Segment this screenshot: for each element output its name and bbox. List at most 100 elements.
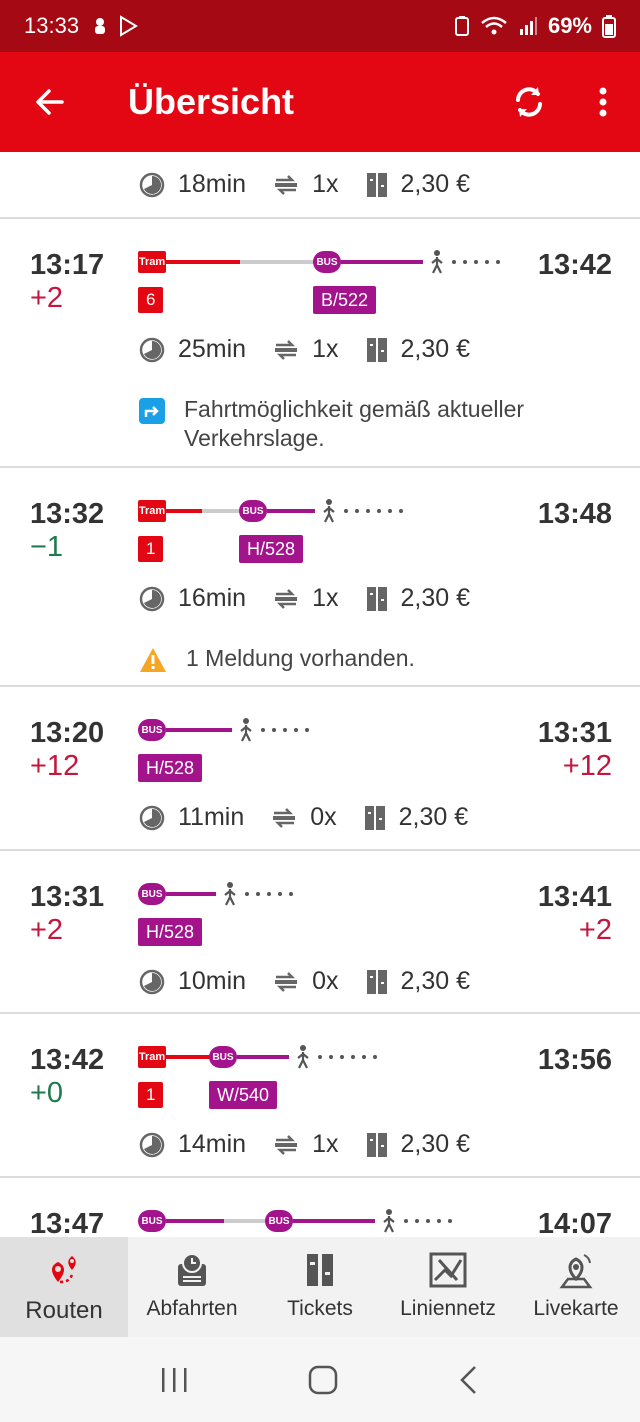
walk-dots [452,260,500,264]
live-map-pin-icon [559,1254,593,1289]
route-row[interactable]: 13:20 +12 13:31 +12 BUS H/528 11min 0x 2… [0,687,640,851]
route-changes: 1x [312,584,339,612]
walk-icon [240,718,252,742]
ticket-price-icon [366,1132,387,1157]
ticket-price-icon [366,172,387,197]
battery-percent: 69% [547,13,592,38]
nav-label: Routen [25,1297,103,1324]
arrow-left-icon [36,89,64,115]
nav-livekarte[interactable]: Livekarte [512,1237,640,1337]
back-button[interactable] [0,52,100,152]
ticket-icon [307,1254,333,1286]
bus-badge: BUS [138,883,166,905]
play-store-icon [120,15,139,37]
battery-saver-icon [454,16,469,36]
departure-delay: −1 [30,531,64,563]
transfer-icon [275,174,298,195]
battery-icon [602,15,616,38]
route-price: 2,30 € [400,335,471,363]
route-changes: 0x [312,967,339,995]
bus-line [237,1055,289,1059]
route-list[interactable]: 18min 1x 2,30 € 13:17 +2 13:42 Tram BUS … [0,152,640,1237]
tram-line [166,260,240,264]
tram-line [166,509,202,513]
route-row[interactable]: 13:42 +0 13:56 Tram BUS 1 W/540 14min 1x… [0,1014,640,1178]
departure-delay: +2 [30,914,64,946]
walk-dots [318,1055,377,1059]
departures-clock-icon [178,1253,206,1286]
back-nav-icon[interactable] [457,1364,481,1396]
duration-icon [139,1132,165,1157]
refresh-icon [516,87,542,117]
duration-icon [139,969,165,994]
recent-apps-icon[interactable] [159,1365,189,1395]
ticket-price-icon [366,969,387,994]
route-changes: 1x [312,170,339,198]
route-note: 1 Meldung vorhanden. [186,645,415,671]
bus-badge: BUS [138,719,166,741]
nav-tickets[interactable]: Tickets [256,1237,384,1337]
bus-badge: BUS [138,1210,166,1232]
network-map-icon [429,1252,467,1288]
signal-icon [519,17,537,35]
route-row[interactable]: 13:47 14:07 BUS BUS [0,1178,640,1237]
transfer-icon [275,1134,298,1155]
route-duration: 14min [178,1130,247,1158]
line-label-bus: W/540 [209,1081,278,1109]
transfer-icon [275,339,298,360]
duration-icon [139,337,165,362]
bottom-navigation: Routen Abfahrten Tickets Liniennetz Live… [0,1237,640,1337]
walk-icon [383,1209,395,1233]
departure-delay: +12 [30,750,80,782]
line-label-bus: H/528 [138,918,203,946]
duration-icon [139,172,165,197]
route-duration: 10min [178,967,247,995]
status-bar: 13:33 69% [0,0,640,52]
walk-dots [344,509,403,513]
route-price: 2,30 € [400,170,471,198]
more-options-button[interactable] [566,52,640,152]
departure-delay: +0 [30,1077,64,1109]
route-row[interactable]: 13:17 +2 13:42 Tram BUS 6 B/522 25min 1x… [0,219,640,468]
route-changes: 0x [310,803,337,831]
app-bar: Übersicht [0,52,640,152]
route-changes: 1x [312,335,339,363]
tram-badge: Tram [138,251,166,273]
arrival-time: 13:41 [537,881,612,913]
line-label-bus: B/522 [313,286,377,314]
departure-time: 13:32 [30,498,105,530]
route-row[interactable]: 13:31 +2 13:41 +2 BUS H/528 10min 0x 2,3… [0,851,640,1014]
walk-dots [404,1219,452,1223]
home-icon[interactable] [307,1364,339,1396]
arrival-delay: +12 [562,750,612,782]
walk-icon [224,882,236,906]
ticket-price-icon [366,337,387,362]
ticket-price-icon [364,805,385,830]
route-duration: 11min [178,803,245,831]
bus-line [267,509,315,513]
route-pin-icon [52,1256,76,1284]
nav-abfahrten[interactable]: Abfahrten [128,1237,256,1337]
route-row[interactable]: 13:32 −1 13:48 Tram BUS 1 H/528 16min 1x… [0,468,640,687]
route-row[interactable]: 18min 1x 2,30 € [0,152,640,219]
nav-liniennetz[interactable]: Liniennetz [384,1237,512,1337]
transfer-line [240,260,314,264]
info-route-icon [139,398,165,424]
walk-icon [431,250,443,274]
warning-icon [140,648,166,672]
nav-label: Tickets [287,1297,353,1320]
route-price: 2,30 € [398,803,469,831]
tram-line [166,1055,210,1059]
refresh-button[interactable] [492,52,566,152]
ticket-price-icon [366,586,387,611]
walk-dots [245,892,293,896]
nav-label: Livekarte [533,1297,619,1320]
arrival-time: 13:42 [537,249,612,281]
status-time: 13:33 [24,13,80,38]
route-price: 2,30 € [400,1130,471,1158]
nav-routen[interactable]: Routen [0,1237,128,1337]
walk-icon [323,499,335,523]
tram-badge: Tram [138,1046,166,1068]
departure-time: 13:20 [30,717,105,749]
page-title: Übersicht [128,81,295,122]
